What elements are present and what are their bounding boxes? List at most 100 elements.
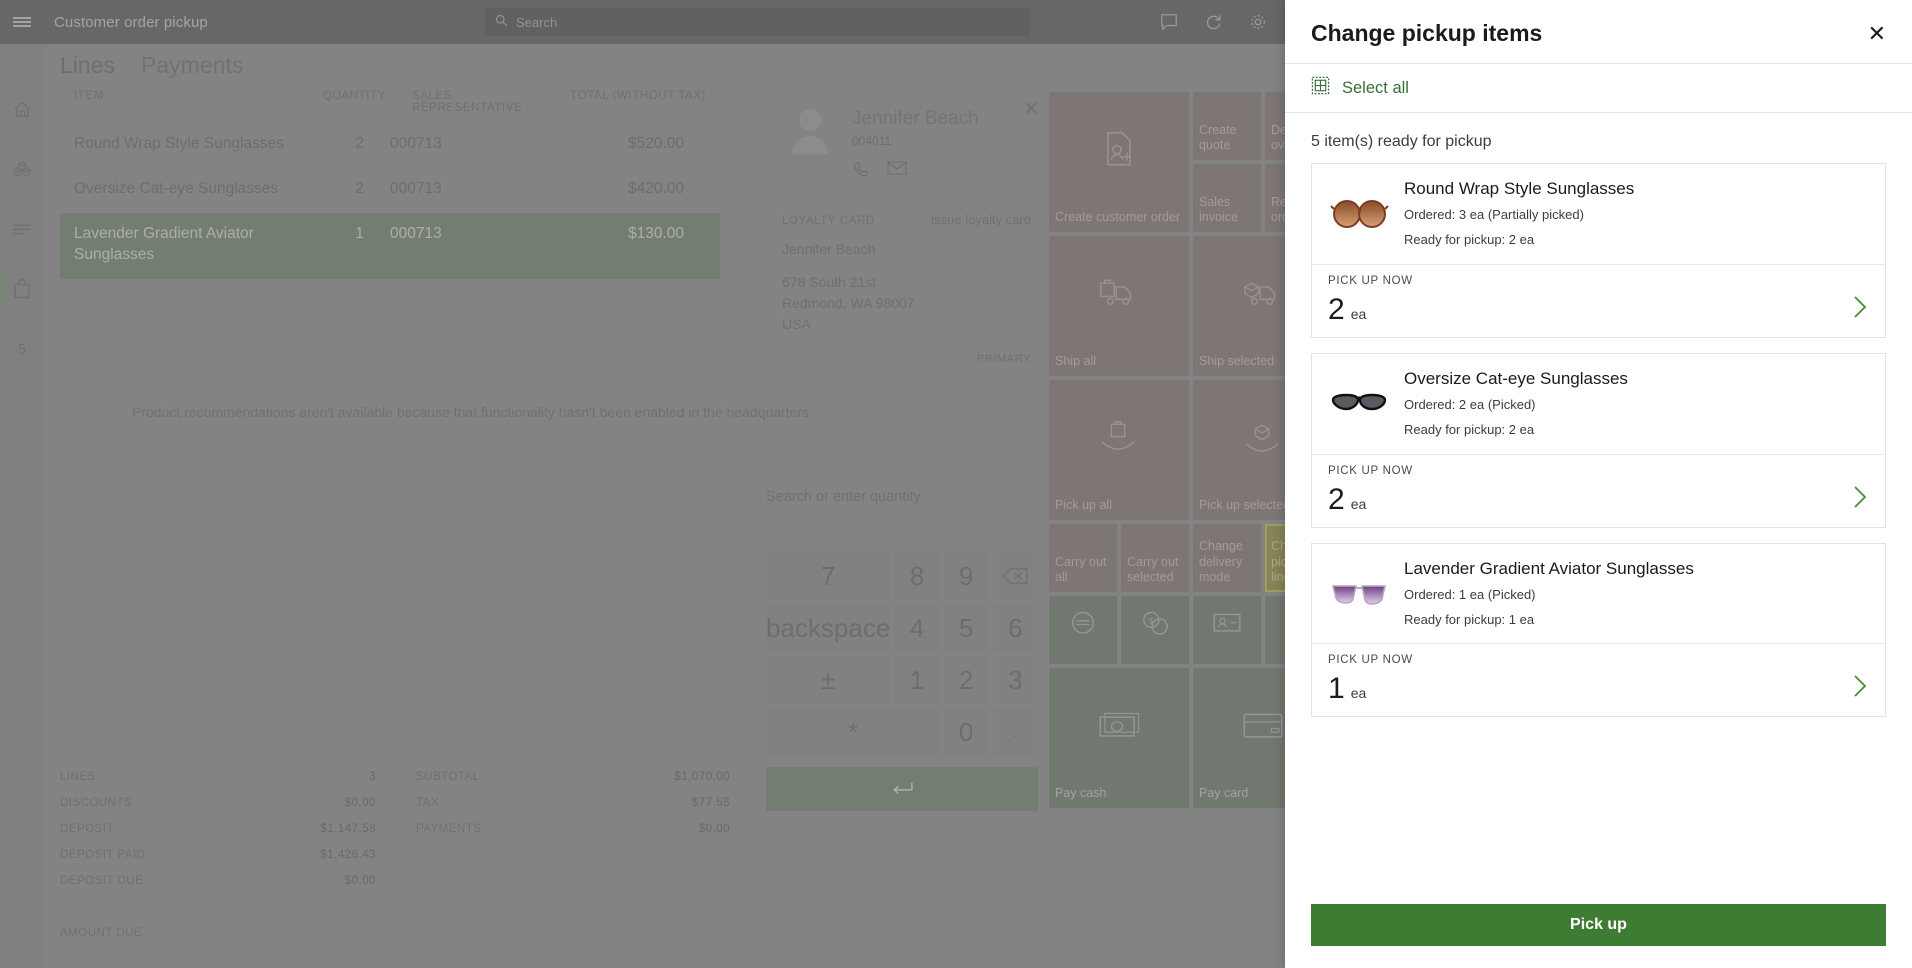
rail-badge-count: 5: [0, 334, 44, 364]
list-item[interactable]: Round Wrap Style Sunglasses Ordered: 3 e…: [1311, 163, 1886, 338]
tile-ship-selected[interactable]: Ship selected: [1193, 236, 1285, 376]
enter-button[interactable]: [766, 767, 1038, 811]
recommendation-notice: Product recommendations aren't available…: [132, 404, 813, 420]
phone-icon[interactable]: [852, 160, 871, 184]
feedback-icon[interactable]: [1160, 13, 1178, 31]
search-input[interactable]: Search: [485, 8, 1030, 36]
tile-customer-card[interactable]: [1193, 596, 1261, 664]
tile-pick-up-all[interactable]: Pick up all: [1049, 380, 1189, 520]
total-lines: LINES 3: [60, 764, 400, 790]
tile-pay-cash[interactable]: Pay cash: [1049, 668, 1189, 808]
key-3[interactable]: 2: [944, 656, 989, 704]
pickup-quantity-row[interactable]: PICK UP NOW 2 ea: [1312, 454, 1885, 527]
rail-item-cart[interactable]: [0, 274, 44, 304]
quantity-unit: ea: [1351, 306, 1367, 322]
total-value: $0.00: [345, 797, 376, 809]
list-item[interactable]: Lavender Gradient Aviator Sunglasses Ord…: [1311, 543, 1886, 718]
black-cateye-sunglasses-thumbnail: [1328, 381, 1390, 427]
cell-quantity: 2: [284, 179, 364, 198]
hamburger-icon[interactable]: [0, 0, 44, 44]
close-icon[interactable]: ✕: [1023, 100, 1039, 119]
cell-sales-rep: 000713: [364, 179, 514, 198]
address-line2: Redmond, WA 98007: [782, 293, 1031, 314]
pickup-quantity-row[interactable]: PICK UP NOW 1 ea: [1312, 643, 1885, 716]
tile-carry-out-selected[interactable]: Carry out selected: [1121, 524, 1189, 592]
address-line3: USA: [782, 314, 1031, 335]
close-icon[interactable]: ✕: [1868, 23, 1886, 45]
key-1[interactable]: ±: [766, 656, 890, 704]
tile-recall-order[interactable]: Recall order: [1265, 164, 1285, 232]
settings-icon[interactable]: [1249, 13, 1267, 31]
tile-discount[interactable]: [1049, 596, 1117, 664]
ship-all-icon: [1097, 276, 1141, 313]
tab-lines[interactable]: Lines: [60, 52, 115, 79]
key-9[interactable]: 9: [944, 552, 989, 600]
quantity-input-placeholder[interactable]: Search or enter quantity: [766, 489, 921, 505]
products-icon: [11, 158, 33, 180]
email-icon[interactable]: [887, 160, 907, 184]
tile-label: Carry out all: [1055, 555, 1111, 586]
tile-carry-out-all[interactable]: Carry out all: [1049, 524, 1117, 592]
key-asterisk[interactable]: 3: [993, 656, 1038, 704]
key-7[interactable]: 7: [766, 552, 890, 600]
tile-create-customer-order[interactable]: Create customer order: [1049, 92, 1189, 232]
top-bar: Customer order pickup Search: [0, 0, 1285, 44]
tile-label: Create customer order: [1055, 210, 1183, 226]
tile-pay-card[interactable]: Pay card: [1193, 668, 1285, 808]
table-row-selected[interactable]: Lavender Gradient Aviator Sunglasses 1 0…: [60, 213, 720, 279]
key-5[interactable]: 4: [894, 604, 939, 652]
cell-sales-rep: 000713: [364, 224, 514, 243]
chevron-right-icon[interactable]: [1851, 673, 1869, 704]
lines-table: ITEM QUANTITY SALES REPRESENTATIVE TOTAL…: [60, 90, 720, 279]
tile-label: Carry out selected: [1127, 555, 1183, 586]
tile-change-pickup-lines[interactable]: Change pickup lines: [1265, 524, 1285, 592]
brown-round-sunglasses-thumbnail: [1328, 191, 1390, 237]
total-discounts: DISCOUNTS $0.00: [60, 790, 400, 816]
backspace-icon[interactable]: [993, 552, 1038, 600]
rail-item-home[interactable]: [0, 94, 44, 124]
tile-loyalty-card[interactable]: [1265, 596, 1285, 664]
tile-pick-up-selected[interactable]: Pick up selected: [1193, 380, 1285, 520]
customer-address: Jennifer Beach 678 South 21st Redmond, W…: [764, 239, 1049, 335]
tile-change-delivery-mode[interactable]: Change delivery mode: [1193, 524, 1261, 592]
rail-item-lines[interactable]: [0, 214, 44, 244]
customer-card: ✕ Jennifer Beach 004011: [764, 92, 1049, 362]
tile-create-quote[interactable]: Create quote: [1193, 92, 1261, 160]
key-8[interactable]: 8: [894, 552, 939, 600]
cell-total: $520.00: [514, 134, 684, 153]
table-row[interactable]: Round Wrap Style Sunglasses 2 000713 $52…: [60, 123, 720, 168]
key-6[interactable]: 5: [944, 604, 989, 652]
pick-up-now-label: PICK UP NOW: [1328, 275, 1413, 287]
loyalty-card-label: LOYALTY CARD: [782, 215, 875, 227]
list-item[interactable]: Oversize Cat-eye Sunglasses Ordered: 2 e…: [1311, 353, 1886, 528]
key-2[interactable]: 1: [894, 656, 939, 704]
tile-deposit-override[interactable]: Deposit override: [1265, 92, 1285, 160]
bag-icon: [12, 278, 32, 300]
key-abc[interactable]: .: [993, 708, 1038, 756]
tile-coins[interactable]: $: [1121, 596, 1189, 664]
tile-sales-invoice[interactable]: Sales invoice: [1193, 164, 1261, 232]
tile-label: Pay cash: [1055, 786, 1183, 802]
change-pickup-items-panel: Change pickup items ✕ Select all 5 item(…: [1285, 0, 1912, 968]
total-label: AMOUNT DUE: [60, 927, 142, 939]
key-4[interactable]: backspace: [766, 604, 890, 652]
table-row[interactable]: Oversize Cat-eye Sunglasses 2 000713 $42…: [60, 168, 720, 213]
issue-loyalty-card-link[interactable]: Issue loyalty card: [931, 212, 1031, 227]
pickup-quantity-row[interactable]: PICK UP NOW 2 ea: [1312, 264, 1885, 337]
key-0[interactable]: *: [766, 708, 940, 756]
item-ready: Ready for pickup: 1 ea: [1404, 611, 1694, 630]
chevron-right-icon[interactable]: [1851, 484, 1869, 515]
select-all-button[interactable]: Select all: [1285, 63, 1912, 113]
refresh-icon[interactable]: [1204, 13, 1223, 32]
key-plus-minus[interactable]: 6: [993, 604, 1038, 652]
select-all-label: Select all: [1342, 79, 1409, 98]
tile-ship-all[interactable]: Ship all: [1049, 236, 1189, 376]
pick-up-button[interactable]: Pick up: [1311, 904, 1886, 946]
flyout-footer: Pick up: [1285, 890, 1912, 968]
tab-payments[interactable]: Payments: [141, 52, 243, 79]
cash-icon: [1097, 709, 1141, 744]
rail-item-products[interactable]: [0, 154, 44, 184]
key-decimal[interactable]: 0: [944, 708, 989, 756]
chevron-right-icon[interactable]: [1851, 294, 1869, 325]
address-line1: 678 South 21st: [782, 272, 1031, 293]
